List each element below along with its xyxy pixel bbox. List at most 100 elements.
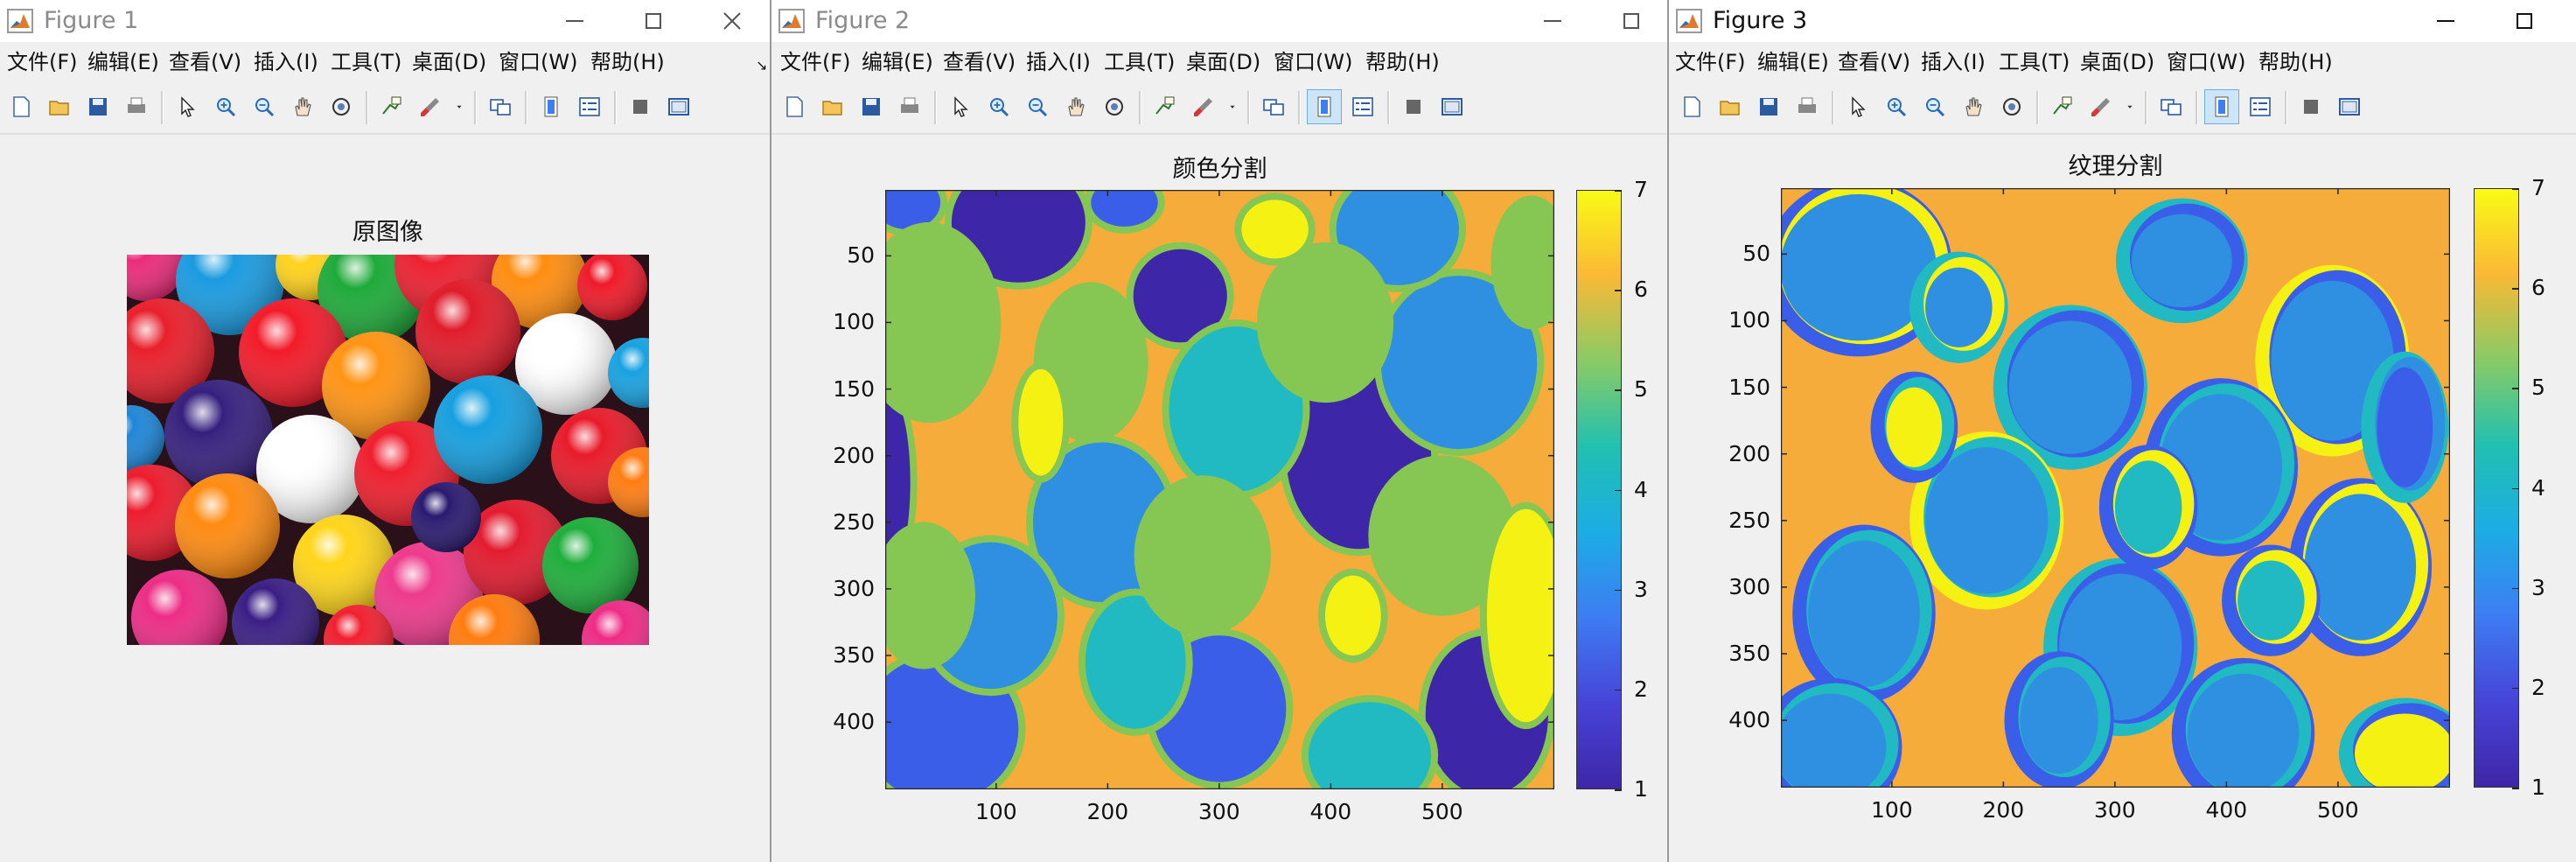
x-tick-label: 500 xyxy=(2317,797,2359,823)
show-plot-tools-button[interactable] xyxy=(661,89,696,124)
zoom-in-button[interactable] xyxy=(1879,89,1914,124)
zoom-in-button[interactable] xyxy=(981,89,1016,124)
new-figure-button[interactable] xyxy=(1674,89,1709,124)
hide-plot-tools-button[interactable] xyxy=(623,89,658,124)
save-button[interactable] xyxy=(1751,89,1786,124)
brush-button[interactable] xyxy=(2084,89,2119,124)
gumball-shading xyxy=(434,375,542,484)
menu-help[interactable]: 帮助(H) xyxy=(2258,49,2333,75)
insert-colorbar-button[interactable] xyxy=(2204,89,2239,124)
menu-desktop[interactable]: 桌面(D) xyxy=(2080,49,2154,75)
print-button[interactable] xyxy=(119,89,154,124)
data-cursor-button[interactable] xyxy=(374,89,409,124)
menu-window[interactable]: 窗口(W) xyxy=(499,49,577,75)
insert-legend-button[interactable] xyxy=(1345,89,1380,124)
menu-desktop[interactable]: 桌面(D) xyxy=(1186,49,1260,75)
zoom-out-button[interactable] xyxy=(1020,89,1055,124)
brush-button[interactable] xyxy=(1186,89,1221,124)
y-tick-label: 50 xyxy=(1742,241,1770,267)
pan-button[interactable] xyxy=(285,89,320,124)
menu-view[interactable]: 查看(V) xyxy=(943,49,1016,75)
maximize-button[interactable] xyxy=(2485,0,2564,42)
menu-window[interactable]: 窗口(W) xyxy=(2167,49,2245,75)
open-file-button[interactable] xyxy=(1713,89,1748,124)
x-tick-label: 400 xyxy=(2205,797,2248,823)
insert-colorbar-button[interactable] xyxy=(1307,89,1342,124)
menu-tools[interactable]: 工具(T) xyxy=(1999,49,2070,75)
title-bar[interactable]: Figure 2 xyxy=(771,0,1667,42)
link-plot-button[interactable] xyxy=(2154,89,2189,124)
print-button[interactable] xyxy=(1790,89,1825,124)
minimize-button[interactable] xyxy=(1513,0,1592,42)
insert-colorbar-button[interactable] xyxy=(534,89,569,124)
menu-view[interactable]: 查看(V) xyxy=(1838,49,1910,75)
save-button[interactable] xyxy=(80,89,115,124)
new-figure-button[interactable] xyxy=(777,89,812,124)
menu-edit[interactable]: 编辑(E) xyxy=(862,49,933,75)
maximize-button[interactable] xyxy=(1592,0,1667,42)
menu-desktop[interactable]: 桌面(D) xyxy=(412,49,486,75)
colorbar-tick-mark xyxy=(2512,188,2519,190)
brush-dropdown-button[interactable] xyxy=(2122,89,2138,124)
data-cursor-button[interactable] xyxy=(1148,89,1183,124)
menu-insert[interactable]: 插入(I) xyxy=(1026,49,1091,75)
menu-file[interactable]: 文件(F) xyxy=(7,49,78,75)
title-bar[interactable]: Figure 1 xyxy=(0,0,770,42)
link-plot-button[interactable] xyxy=(483,89,518,124)
pointer-button[interactable] xyxy=(943,89,978,124)
rotate-3d-button[interactable] xyxy=(1097,89,1132,124)
colorbar-tick-label: 4 xyxy=(2531,474,2545,501)
maximize-button[interactable] xyxy=(614,0,693,42)
menu-edit[interactable]: 编辑(E) xyxy=(87,49,159,75)
colorbar-tick-label: 7 xyxy=(2531,175,2545,200)
save-button[interactable] xyxy=(854,89,889,124)
pan-button[interactable] xyxy=(1956,89,1991,124)
axes-title: 纹理分割 xyxy=(2068,153,2163,180)
menu-overflow-icon[interactable]: ↘ xyxy=(756,53,767,79)
menu-help[interactable]: 帮助(H) xyxy=(590,49,665,75)
link-plot-button[interactable] xyxy=(1256,89,1291,124)
pointer-button[interactable] xyxy=(1840,89,1875,124)
zoom-in-button[interactable] xyxy=(208,89,243,124)
minimize-button[interactable] xyxy=(2406,0,2485,42)
toolbar-separator xyxy=(1298,91,1301,124)
menu-insert[interactable]: 插入(I) xyxy=(1921,49,1986,75)
pan-button[interactable] xyxy=(1058,89,1093,124)
y-tick-label: 100 xyxy=(833,309,875,335)
zoom-out-button[interactable] xyxy=(1917,89,1952,124)
menu-tools[interactable]: 工具(T) xyxy=(1104,49,1175,75)
pan-icon xyxy=(295,97,311,116)
zoom-out-button[interactable] xyxy=(247,89,282,124)
insert-legend-icon xyxy=(1352,97,1373,116)
pointer-button[interactable] xyxy=(170,89,205,124)
link-plot-icon xyxy=(490,99,511,116)
title-bar[interactable]: Figure 3 xyxy=(1669,0,2576,42)
open-file-button[interactable] xyxy=(815,89,850,124)
show-plot-tools-button[interactable] xyxy=(2332,89,2367,124)
rotate-3d-button[interactable] xyxy=(324,89,359,124)
show-plot-tools-button[interactable] xyxy=(1435,89,1470,124)
new-figure-button[interactable] xyxy=(3,89,38,124)
menu-file[interactable]: 文件(F) xyxy=(780,49,851,75)
menu-insert[interactable]: 插入(I) xyxy=(254,49,318,75)
rotate-3d-button[interactable] xyxy=(1994,89,2029,124)
brush-button[interactable] xyxy=(413,89,448,124)
menu-edit[interactable]: 编辑(E) xyxy=(1757,49,1829,75)
menu-file[interactable]: 文件(F) xyxy=(1675,49,1746,75)
insert-legend-button[interactable] xyxy=(2243,89,2278,124)
y-tick-label: 200 xyxy=(833,442,875,468)
open-file-button[interactable] xyxy=(42,89,77,124)
minimize-button[interactable] xyxy=(535,0,614,42)
menu-view[interactable]: 查看(V) xyxy=(169,49,241,75)
menu-help[interactable]: 帮助(H) xyxy=(1365,49,1440,75)
data-cursor-button[interactable] xyxy=(2045,89,2080,124)
brush-dropdown-button[interactable] xyxy=(451,89,467,124)
print-button[interactable] xyxy=(892,89,927,124)
hide-plot-tools-button[interactable] xyxy=(1396,89,1431,124)
menu-tools[interactable]: 工具(T) xyxy=(331,49,401,75)
hide-plot-tools-button[interactable] xyxy=(2293,89,2328,124)
insert-legend-button[interactable] xyxy=(572,89,607,124)
menu-window[interactable]: 窗口(W) xyxy=(1274,49,1352,75)
close-button[interactable] xyxy=(693,0,770,42)
brush-dropdown-button[interactable] xyxy=(1225,89,1240,124)
